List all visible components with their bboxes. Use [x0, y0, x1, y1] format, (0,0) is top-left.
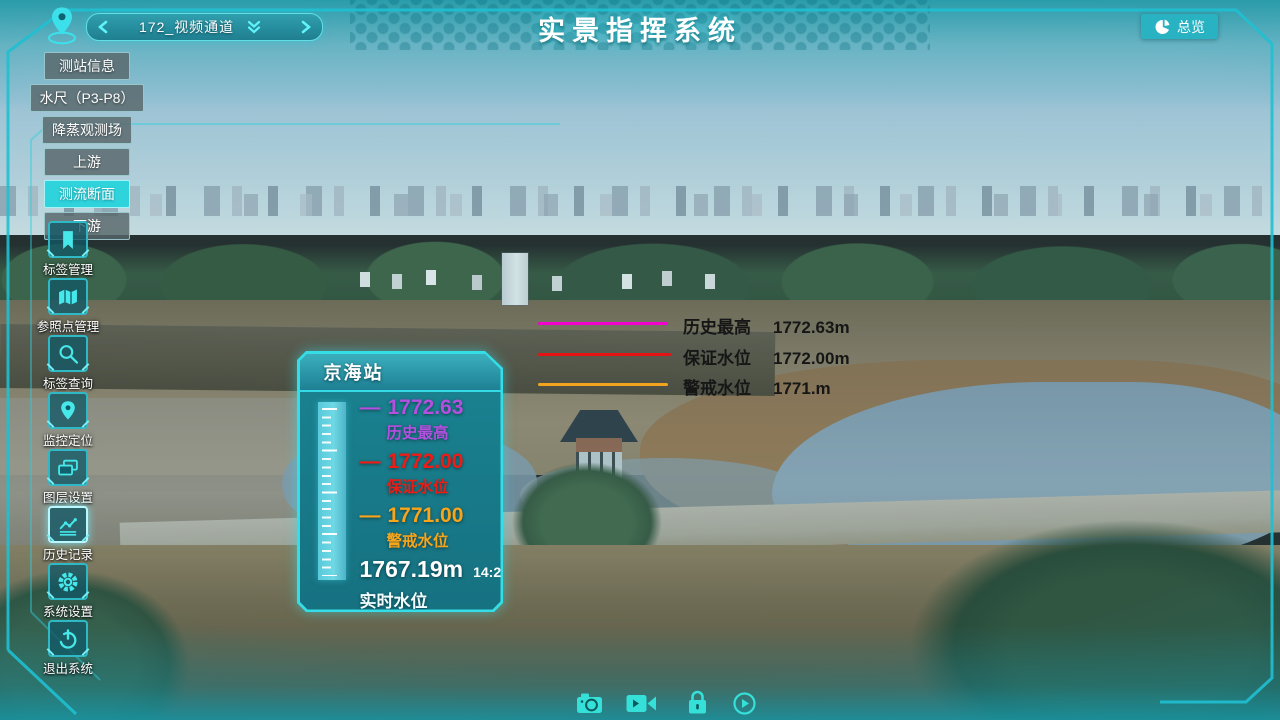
tag-manage-button[interactable]	[48, 221, 88, 258]
sidebar-item-water-gauge[interactable]: 水尺（P3-P8）	[30, 84, 145, 112]
overview-label: 总览	[1177, 17, 1205, 37]
water-level-ruler	[318, 402, 346, 580]
level-value: 1772.63	[388, 396, 464, 419]
level-row-warning: — 1771.00 警戒水位	[360, 504, 464, 551]
level-value: 1771.00	[388, 504, 464, 527]
tool-label: 标签管理	[43, 259, 93, 278]
search-icon	[55, 341, 81, 367]
history-button[interactable]	[48, 506, 88, 543]
history-chart-icon	[55, 512, 81, 538]
level-row-guaranteed: — 1772.00 保证水位	[360, 450, 464, 497]
tool-history: 历史记录	[40, 506, 96, 563]
tool-label: 图层设置	[43, 487, 93, 506]
tool-tag-manage: 标签管理	[40, 221, 96, 278]
level-dash: —	[360, 504, 381, 527]
sidebar-item-station-info[interactable]: 测站信息	[44, 52, 130, 80]
page-title: 实景指挥系统	[0, 9, 1280, 48]
warning-level-caption: 警戒水位 1771.m	[683, 374, 831, 399]
power-icon	[55, 626, 81, 652]
realtime-level-row: 1767.19m14:20 实时水位	[360, 556, 509, 612]
level-value: 1772.00	[388, 450, 464, 473]
reference-points-button[interactable]	[48, 278, 88, 315]
sidebar-nav: 测站信息 水尺（P3-P8） 降蒸观测场 上游 测流断面 下游	[34, 52, 140, 240]
lock-icon[interactable]	[687, 690, 708, 715]
station-name: 京海站	[300, 359, 384, 385]
guaranteed-level-caption: 保证水位 1772.00m	[683, 344, 850, 369]
level-label: 历史最高	[360, 421, 464, 443]
exit-system-button[interactable]	[48, 620, 88, 657]
tool-label: 历史记录	[43, 544, 93, 563]
realtime-value: 1767.19m	[360, 556, 464, 582]
level-name: 历史最高	[683, 318, 751, 337]
level-name: 保证水位	[683, 349, 751, 368]
level-reading: 1772.00m	[773, 349, 850, 368]
monitor-locate-button[interactable]	[48, 392, 88, 429]
tool-label: 系统设置	[43, 601, 93, 620]
warning-level-line	[538, 383, 668, 386]
level-reading: 1772.63m	[773, 318, 850, 337]
level-label: 警戒水位	[360, 529, 464, 551]
level-dash: —	[360, 450, 381, 473]
sidebar-tools: 标签管理 参照点管理 标签查询	[40, 221, 96, 677]
realtime-label: 实时水位	[360, 587, 509, 612]
level-row-historic: — 1772.63 历史最高	[360, 396, 464, 443]
tool-label: 标签查询	[43, 373, 93, 392]
sidebar-item-evaporation-site[interactable]: 降蒸观测场	[42, 116, 132, 144]
system-settings-button[interactable]	[48, 563, 88, 600]
play-icon[interactable]	[733, 692, 756, 715]
station-panel-header: 京海站	[300, 354, 501, 392]
tool-label: 退出系统	[43, 658, 93, 677]
snapshot-camera-icon[interactable]	[576, 692, 603, 714]
location-icon	[55, 398, 81, 424]
overview-button[interactable]: 总览	[1141, 14, 1218, 39]
station-panel: 京海站 — 1772.63 历史最高 — 1772.00 保证水位	[297, 351, 503, 612]
level-reading: 1771.m	[773, 379, 831, 398]
bookmark-icon	[55, 227, 81, 253]
map-icon	[55, 284, 81, 310]
ruler-ticks-long	[322, 408, 337, 576]
station-panel-body: 京海站 — 1772.63 历史最高 — 1772.00 保证水位	[300, 354, 501, 610]
tool-exit-system: 退出系统	[40, 620, 96, 677]
app-window: 172_视频通道 实景指挥系统 总览 测站信息 水尺（P3-P8） 降蒸观测场 …	[0, 0, 1280, 720]
tool-label: 参照点管理	[37, 316, 100, 335]
sidebar-item-upstream[interactable]: 上游	[44, 148, 130, 176]
pie-chart-icon	[1154, 19, 1170, 35]
level-label: 保证水位	[360, 475, 464, 497]
gear-icon	[55, 569, 81, 595]
sidebar-item-flow-section[interactable]: 测流断面	[44, 180, 130, 208]
tag-search-button[interactable]	[48, 335, 88, 372]
level-dash: —	[360, 396, 381, 419]
tool-layer-settings: 图层设置	[40, 449, 96, 506]
guaranteed-level-line	[538, 353, 671, 356]
tool-label: 监控定位	[43, 430, 93, 449]
tool-monitor-locate: 监控定位	[40, 392, 96, 449]
tool-system-settings: 系统设置	[40, 563, 96, 620]
layers-icon	[55, 455, 81, 481]
level-name: 警戒水位	[683, 379, 751, 398]
video-record-icon[interactable]	[626, 694, 657, 713]
layer-settings-button[interactable]	[48, 449, 88, 486]
historic-level-caption: 历史最高 1772.63m	[683, 313, 850, 338]
tool-reference-points: 参照点管理	[40, 278, 96, 335]
historic-level-line	[538, 322, 668, 325]
tool-tag-search: 标签查询	[40, 335, 96, 392]
